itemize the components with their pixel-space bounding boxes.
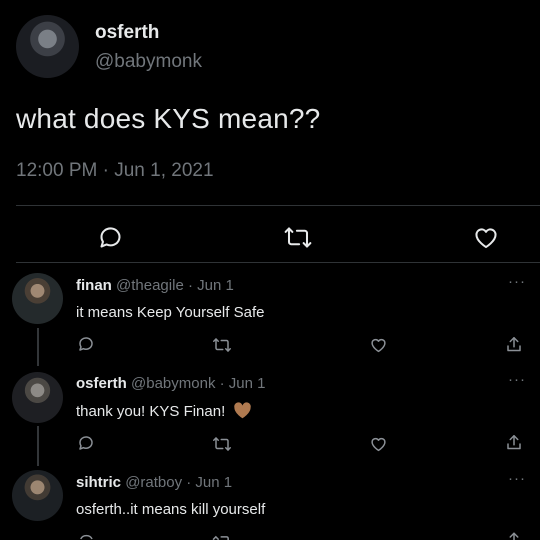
share-icon[interactable] xyxy=(505,531,523,540)
reply-display-name[interactable]: osferth xyxy=(76,375,127,392)
reply-meta: @theagile · Jun 1 xyxy=(116,277,234,294)
main-avatar[interactable] xyxy=(16,15,79,78)
reply-avatar-finan[interactable] xyxy=(12,273,63,324)
reply-text: osferth..it means kill yourself xyxy=(76,501,266,518)
share-icon[interactable] xyxy=(505,335,523,354)
share-icon[interactable] xyxy=(505,433,523,452)
reply-text: thank you! KYS Finan! xyxy=(76,403,226,420)
divider xyxy=(16,205,540,206)
thread-line xyxy=(37,426,39,466)
reply-avatar-sihtric[interactable] xyxy=(12,470,63,521)
reply-text: it means Keep Yourself Safe xyxy=(76,304,265,321)
heart-icon[interactable] xyxy=(369,435,388,453)
reply-text-row: thank you! KYS Finan! xyxy=(76,402,252,423)
more-icon[interactable]: ··· xyxy=(508,273,526,290)
reply-icon[interactable] xyxy=(77,335,95,353)
reply-display-name[interactable]: finan xyxy=(76,277,112,294)
divider xyxy=(16,262,540,263)
heart-icon[interactable] xyxy=(472,224,500,251)
reply-meta: @babymonk · Jun 1 xyxy=(131,375,266,392)
reply-header: osferth @babymonk · Jun 1 xyxy=(76,375,265,392)
reply-icon[interactable] xyxy=(77,434,95,452)
retweet-icon[interactable] xyxy=(212,336,232,354)
main-handle[interactable]: @babymonk xyxy=(95,51,202,73)
reply-icon[interactable] xyxy=(97,224,124,251)
thread-line xyxy=(37,328,39,366)
brown-heart-emoji xyxy=(233,402,252,423)
more-icon[interactable]: ··· xyxy=(508,371,526,388)
more-icon[interactable]: ··· xyxy=(508,470,526,487)
heart-icon[interactable] xyxy=(369,336,388,354)
retweet-icon[interactable] xyxy=(212,533,232,540)
main-display-name[interactable]: osferth xyxy=(95,22,159,44)
main-tweet-text: what does KYS mean?? xyxy=(16,103,321,134)
reply-display-name[interactable]: sihtric xyxy=(76,474,121,491)
reply-header: sihtric @ratboy · Jun 1 xyxy=(76,474,232,491)
reply-header: finan @theagile · Jun 1 xyxy=(76,277,234,294)
main-timestamp[interactable]: 12:00 PM · Jun 1, 2021 xyxy=(16,160,214,182)
retweet-icon[interactable] xyxy=(283,224,313,251)
reply-avatar-osferth[interactable] xyxy=(12,372,63,423)
retweet-icon[interactable] xyxy=(212,435,232,453)
reply-meta: @ratboy · Jun 1 xyxy=(125,474,233,491)
reply-icon[interactable] xyxy=(77,532,95,540)
